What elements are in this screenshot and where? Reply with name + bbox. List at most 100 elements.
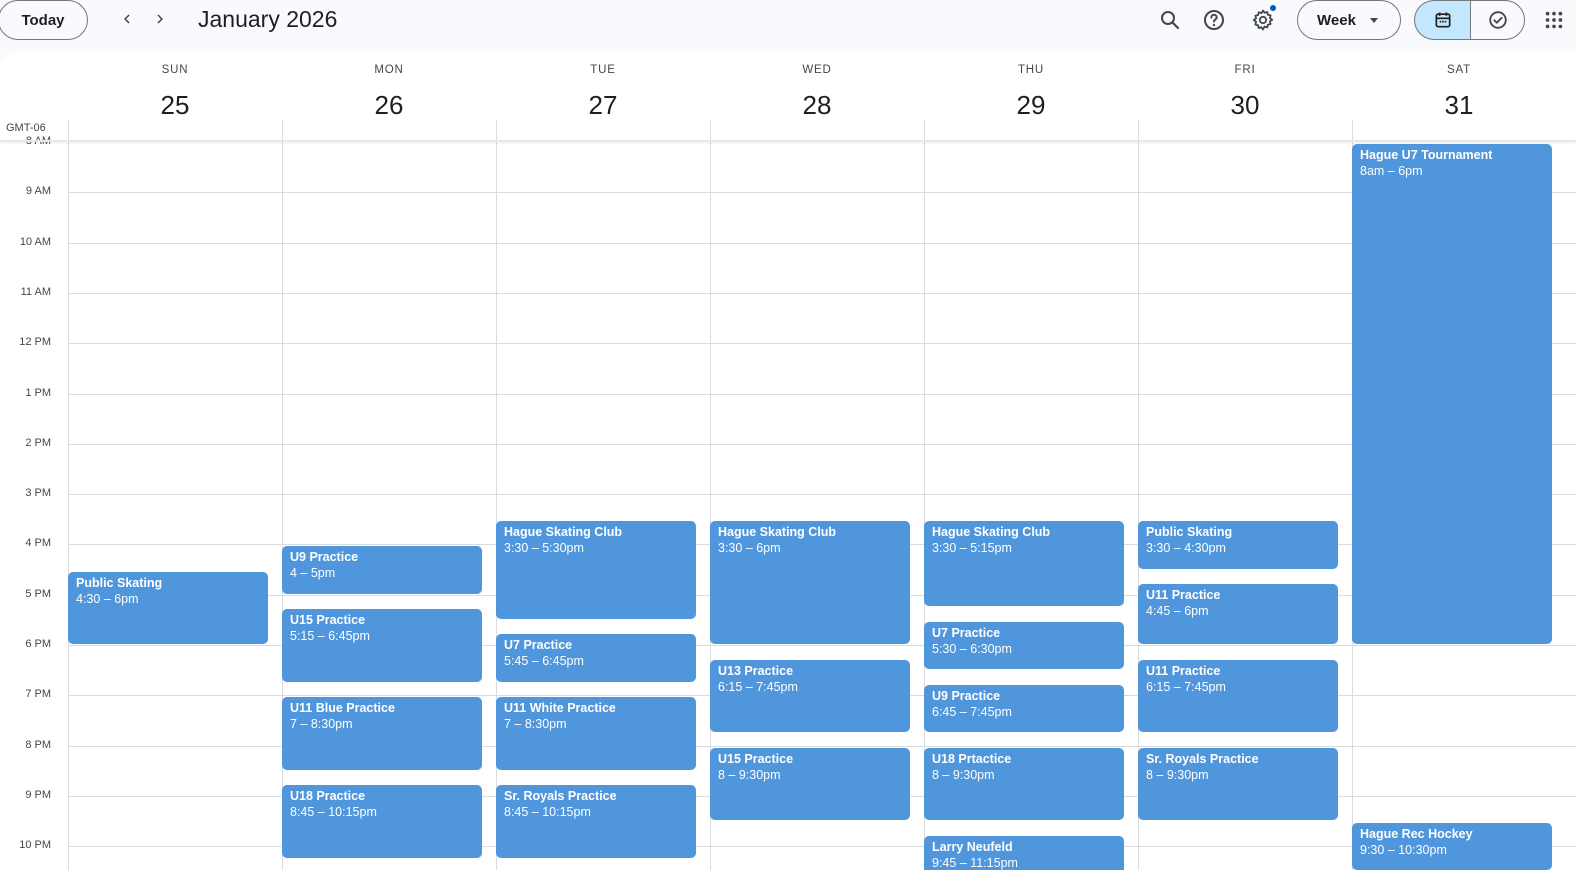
- event-title: U11 Practice: [1146, 588, 1221, 603]
- calendar-event[interactable]: U11 Practice 6:15 – 7:45pm: [1138, 659, 1338, 732]
- event-time: 6:15 – 7:45pm: [1146, 679, 1226, 694]
- event-time: 3:30 – 5:15pm: [932, 541, 1012, 556]
- calendar-event[interactable]: U9 Practice 6:45 – 7:45pm: [924, 684, 1124, 733]
- calendar-event[interactable]: Hague Skating Club 3:30 – 6pm: [710, 521, 910, 644]
- event-title: U11 Blue Practice: [290, 701, 395, 716]
- day-number[interactable]: 25: [68, 90, 282, 121]
- event-time: 4 – 5pm: [290, 566, 336, 581]
- hour-label: 1 PM: [25, 386, 51, 399]
- hour-gridline: [68, 494, 1576, 496]
- calendar-event[interactable]: Sr. Royals Practice 8 – 9:30pm: [1138, 747, 1338, 821]
- help-button[interactable]: [1198, 4, 1230, 36]
- event-time: 6:45 – 7:45pm: [932, 704, 1012, 719]
- calendar-event[interactable]: Hague Skating Club 3:30 – 5:30pm: [496, 521, 696, 619]
- apps-button[interactable]: [1538, 4, 1570, 36]
- event-title: U15 Practice: [290, 613, 366, 628]
- hour-gridline: [68, 242, 1576, 244]
- calendar-event[interactable]: Hague U7 Tournament 8am – 6pm: [1352, 144, 1552, 644]
- hour-label: 5 PM: [25, 587, 51, 600]
- previous-week-button[interactable]: [112, 4, 142, 34]
- calendar-event[interactable]: Larry Neufeld 9:45 – 11:15pm: [924, 835, 1124, 870]
- event-time: 4:45 – 6pm: [1146, 604, 1209, 619]
- event-title: Sr. Royals Practice: [1146, 751, 1259, 766]
- calendar-view-toggle[interactable]: [1414, 0, 1470, 40]
- hour-label: 2 PM: [25, 436, 51, 449]
- event-time: 5:45 – 6:45pm: [504, 654, 584, 669]
- hour-gridline: [68, 292, 1576, 294]
- calendar-event[interactable]: Public Skating 4:30 – 6pm: [68, 571, 268, 644]
- day-name: FRI: [1234, 64, 1256, 76]
- tasks-view-toggle[interactable]: [1470, 0, 1525, 40]
- search-button[interactable]: [1154, 4, 1186, 36]
- calendar-event[interactable]: U7 Practice 5:30 – 6:30pm: [924, 621, 1124, 670]
- event-title: U7 Practice: [504, 638, 573, 653]
- event-time: 8am – 6pm: [1360, 164, 1423, 178]
- calendar-event[interactable]: Sr. Royals Practice 8:45 – 10:15pm: [496, 785, 696, 858]
- today-button[interactable]: Today: [0, 0, 88, 40]
- hour-label: 9 PM: [25, 788, 51, 801]
- day-number[interactable]: 28: [710, 90, 924, 121]
- calendar-event[interactable]: U7 Practice 5:45 – 6:45pm: [496, 634, 696, 682]
- hour-label: 12 PM: [19, 336, 51, 349]
- event-time: 5:15 – 6:45pm: [290, 629, 370, 644]
- event-title: Public Skating: [1146, 525, 1233, 540]
- calendar-event[interactable]: U11 Practice 4:45 – 6pm: [1138, 584, 1338, 644]
- event-title: U9 Practice: [932, 688, 1001, 703]
- calendar-event[interactable]: U9 Practice 4 – 5pm: [282, 546, 482, 594]
- view-selector-label: Week: [1317, 11, 1356, 29]
- day-number[interactable]: 26: [282, 90, 496, 121]
- event-time: 8 – 9:30pm: [1146, 767, 1209, 782]
- event-title: U11 Practice: [1146, 663, 1221, 678]
- event-time: 4:30 – 6pm: [76, 591, 139, 606]
- view-selector[interactable]: Week: [1297, 0, 1401, 40]
- day-name: TUE: [590, 64, 616, 76]
- event-title: Sr. Royals Practice: [504, 789, 617, 804]
- check-circle-icon: [1488, 11, 1507, 29]
- calendar-event[interactable]: U11 White Practice 7 – 8:30pm: [496, 697, 696, 770]
- calendar-event[interactable]: U18 Prtactice 8 – 9:30pm: [924, 747, 1124, 821]
- event-title: U13 Practice: [718, 663, 794, 678]
- day-number[interactable]: 27: [496, 90, 710, 121]
- event-time: 7 – 8:30pm: [290, 717, 353, 732]
- hour-label: 6 PM: [25, 638, 51, 650]
- calendar-event[interactable]: Hague Skating Club 3:30 – 5:15pm: [924, 521, 1124, 607]
- calendar-event[interactable]: U15 Practice 5:15 – 6:45pm: [282, 609, 482, 682]
- calendar-event[interactable]: U15 Practice 8 – 9:30pm: [710, 747, 910, 821]
- hour-label: 11 AM: [20, 285, 51, 298]
- calendar-event[interactable]: U18 Practice 8:45 – 10:15pm: [282, 785, 482, 858]
- event-time: 8:45 – 10:15pm: [290, 805, 377, 820]
- event-title: U15 Practice: [718, 751, 794, 766]
- event-time: 8 – 9:30pm: [932, 767, 995, 782]
- event-title: U11 White Practice: [504, 701, 616, 716]
- day-name: THU: [1017, 64, 1045, 76]
- event-title: Hague Rec Hockey: [1360, 827, 1473, 842]
- day-number[interactable]: 31: [1352, 90, 1566, 121]
- day-number[interactable]: 30: [1138, 90, 1352, 121]
- event-time: 5:30 – 6:30pm: [932, 641, 1012, 656]
- event-title: Public Skating: [76, 575, 163, 590]
- search-icon: [1161, 11, 1180, 30]
- event-time: 3:30 – 6pm: [718, 541, 781, 556]
- calendar-event[interactable]: Public Skating 3:30 – 4:30pm: [1138, 521, 1338, 569]
- calendar-event[interactable]: U13 Practice 6:15 – 7:45pm: [710, 659, 910, 732]
- calendar-event[interactable]: U11 Blue Practice 7 – 8:30pm: [282, 697, 482, 770]
- calendar-event[interactable]: Hague Rec Hockey 9:30 – 10:30pm: [1352, 823, 1552, 870]
- week-grid: SUN 25 MON 26 TUE 27 WED 28 THU 29 FRI 3…: [0, 52, 1576, 870]
- hour-label: 10 AM: [19, 235, 51, 248]
- event-time: 7 – 8:30pm: [504, 717, 567, 732]
- hour-label: 8 PM: [25, 738, 51, 751]
- hour-label: 4 PM: [25, 537, 51, 550]
- next-week-button[interactable]: [145, 4, 175, 34]
- hour-label: 10 PM: [19, 839, 51, 852]
- help-icon: [1204, 10, 1224, 30]
- day-name: SUN: [161, 64, 189, 76]
- event-time: 9:45 – 11:15pm: [932, 855, 1018, 870]
- event-time: 8 – 9:30pm: [718, 767, 781, 782]
- timezone-label: GMT-06: [6, 122, 46, 134]
- event-time: 6:15 – 7:45pm: [718, 679, 798, 694]
- day-name: MON: [374, 64, 404, 76]
- day-number[interactable]: 29: [924, 90, 1138, 121]
- settings-button[interactable]: [1247, 4, 1279, 36]
- event-title: U7 Practice: [932, 625, 1001, 640]
- event-title: Hague Skating Club: [504, 525, 623, 540]
